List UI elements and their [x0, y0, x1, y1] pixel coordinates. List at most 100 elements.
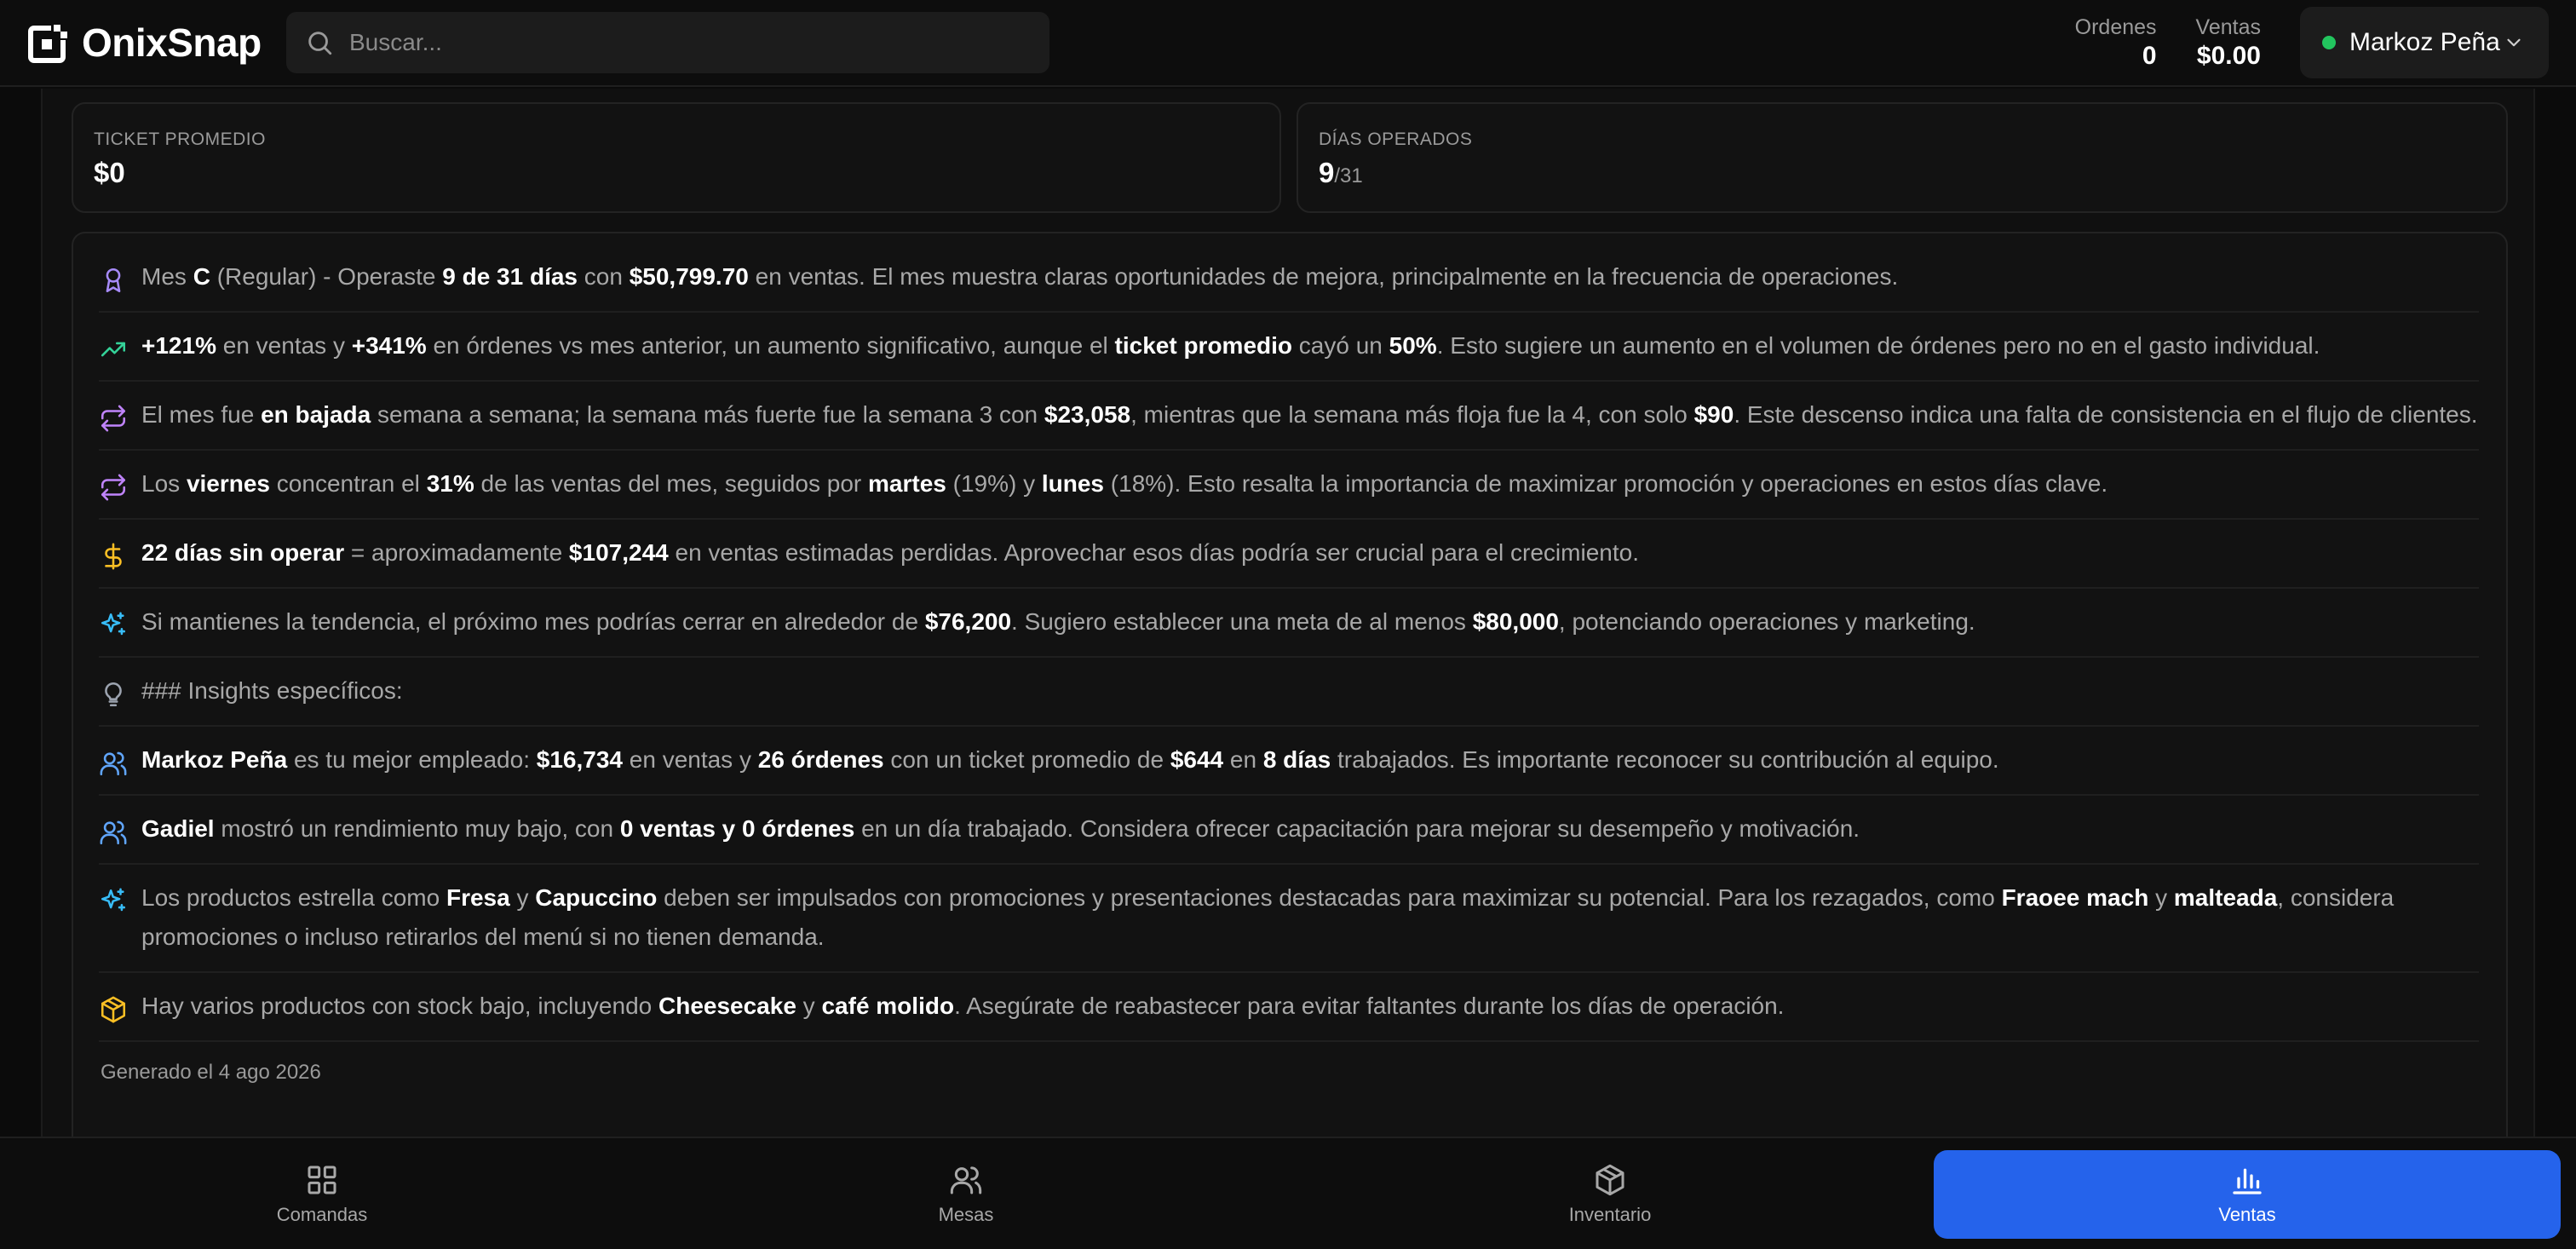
insight-highlight: Cheesecake	[658, 993, 796, 1019]
insights-panel: Mes C (Regular) - Operaste 9 de 31 días …	[72, 232, 2508, 1152]
insight-text: El mes fue en bajada semana a semana; la…	[141, 395, 2478, 435]
insight-highlight: 22 días sin operar	[141, 539, 345, 566]
insight-highlight: 8 días	[1262, 746, 1331, 773]
chevron-down-icon	[2507, 38, 2521, 47]
insight-item: Los viernes concentran el 31% de las ven…	[99, 451, 2479, 520]
package-icon	[101, 996, 126, 1023]
insight-segment: y	[509, 884, 536, 911]
metric-value: $0	[94, 157, 1279, 189]
insight-highlight: $50,799.70	[629, 263, 749, 290]
insight-highlight: martes	[868, 470, 946, 497]
online-status-dot	[2322, 36, 2336, 49]
insight-highlight: $23,058	[1044, 401, 1131, 428]
search-bar[interactable]	[286, 12, 1049, 73]
dollar-icon	[105, 543, 122, 570]
insight-text: Mes C (Regular) - Operaste 9 de 31 días …	[141, 257, 1898, 296]
main-content: TICKET PROMEDIO $0 DÍAS OPERADOS 9/31 Me…	[41, 89, 2535, 1152]
search-input[interactable]	[349, 29, 1031, 56]
insight-highlight: ticket promedio	[1114, 332, 1293, 359]
insight-segment: con un ticket promedio de	[883, 746, 1170, 773]
insight-segment: Si mantienes la tendencia, el próximo me…	[141, 608, 925, 635]
nav-ventas[interactable]: Ventas	[1932, 1138, 2576, 1249]
repeat-icon	[101, 405, 126, 432]
insight-highlight: Capuccino	[535, 884, 658, 911]
insight-segment: deben ser impulsados con promociones y p…	[657, 884, 2002, 911]
insight-segment: en un día trabajado. Considera ofrecer c…	[854, 815, 1860, 842]
insight-item: +121% en ventas y +341% en órdenes vs me…	[99, 313, 2479, 382]
stat-label: Ordenes	[2074, 15, 2157, 39]
nav-comandas[interactable]: Comandas	[0, 1138, 644, 1249]
insight-segment: . Asegúrate de reabastecer para evitar f…	[954, 993, 1785, 1019]
stat-ordenes: Ordenes 0	[2075, 14, 2157, 72]
insight-segment: Los productos estrella como	[141, 884, 446, 911]
insight-item: Markoz Peña es tu mejor empleado: $16,73…	[99, 727, 2479, 796]
insight-text: Markoz Peña es tu mejor empleado: $16,73…	[141, 740, 1999, 780]
search-icon	[308, 32, 332, 55]
nav-label: Mesas	[938, 1204, 994, 1225]
stat-value: $0.00	[2196, 42, 2261, 70]
metric-number: 9	[1319, 157, 1335, 188]
insight-highlight: $76,200	[924, 608, 1012, 635]
insight-list: Mes C (Regular) - Operaste 9 de 31 días …	[99, 244, 2479, 1042]
insight-highlight: $16,734	[536, 746, 623, 773]
package-icon	[1596, 1164, 1624, 1196]
insight-highlight: +341%	[351, 332, 427, 359]
insight-item: Hay varios productos con stock bajo, inc…	[99, 973, 2479, 1042]
insight-segment: y	[796, 993, 822, 1019]
nav-active-highlight[interactable]: Ventas	[1934, 1150, 2561, 1239]
insight-segment: trabajados. Es importante reconocer su c…	[1331, 746, 1999, 773]
insight-highlight: $80,000	[1472, 608, 1559, 635]
insight-item: Si mantienes la tendencia, el próximo me…	[99, 589, 2479, 658]
metric-value: 9/31	[1319, 157, 2506, 189]
repeat-icon	[101, 474, 126, 501]
insight-segment: ### Insights específicos:	[141, 677, 403, 704]
insight-highlight: Gadiel	[141, 815, 215, 842]
insight-text: +121% en ventas y +341% en órdenes vs me…	[141, 326, 2320, 365]
insight-highlight: viernes	[186, 470, 271, 497]
insight-segment: Hay varios productos con stock bajo, inc…	[141, 993, 658, 1019]
nav-mesas[interactable]: Mesas	[644, 1138, 1288, 1249]
insight-segment: Los	[141, 470, 187, 497]
metric-label: DÍAS OPERADOS	[1319, 130, 1473, 149]
insight-highlight: lunes	[1041, 470, 1105, 497]
insight-text: Los productos estrella como Fresa y Capu…	[141, 878, 2479, 957]
insight-segment: , potenciando operaciones y marketing.	[1558, 608, 1975, 635]
user-menu-button[interactable]: Markoz Peña	[2300, 7, 2549, 78]
insight-segment: . Sugiero establecer una meta de al meno…	[1011, 608, 1473, 635]
insight-highlight: +121%	[141, 332, 216, 359]
user-name: Markoz Peña	[2349, 28, 2500, 56]
generated-date: Generado el 4 ago 2026	[101, 1061, 321, 1084]
metric-suffix: /31	[1334, 164, 1363, 187]
insight-highlight: 50%	[1389, 332, 1437, 359]
stat-value: 0	[2142, 42, 2157, 70]
insight-text: Hay varios productos con stock bajo, inc…	[141, 987, 1784, 1026]
metric-label: TICKET PROMEDIO	[94, 130, 266, 149]
insight-text: ### Insights específicos:	[141, 671, 403, 711]
insight-highlight: $107,244	[568, 539, 669, 566]
insight-segment: en	[1223, 746, 1263, 773]
lightbulb-icon	[105, 682, 122, 707]
logo-icon	[28, 23, 68, 63]
insight-highlight: $644	[1170, 746, 1224, 773]
nav-label: Ventas	[2218, 1204, 2276, 1225]
insight-item: 22 días sin operar = aproximadamente $10…	[99, 520, 2479, 589]
insight-segment: en órdenes vs mes anterior, un aumento s…	[426, 332, 1115, 359]
header-stats: Ordenes 0 Ventas $0.00 Markoz Peña	[2075, 7, 2576, 78]
insight-segment: (19%) y	[946, 470, 1042, 497]
users-icon	[100, 820, 127, 845]
brand[interactable]: OnixSnap	[27, 20, 274, 66]
insight-item: ### Insights específicos:	[99, 658, 2479, 727]
insight-segment: con	[578, 263, 630, 290]
trending-up-icon	[101, 342, 126, 357]
insight-segment: mostró un rendimiento muy bajo, con	[214, 815, 620, 842]
nav-label: Inventario	[1568, 1204, 1652, 1225]
users-icon	[100, 751, 127, 776]
insight-segment: en ventas y	[216, 332, 352, 359]
insight-highlight: $90	[1693, 401, 1734, 428]
insight-segment: en ventas y	[622, 746, 758, 773]
insight-highlight: 26 órdenes	[757, 746, 884, 773]
insight-highlight: 9 de 31 días	[442, 263, 578, 290]
nav-inventario[interactable]: Inventario	[1288, 1138, 1932, 1249]
insight-segment: , mientras que la semana más floja fue l…	[1130, 401, 1694, 428]
insight-item: El mes fue en bajada semana a semana; la…	[99, 382, 2479, 451]
